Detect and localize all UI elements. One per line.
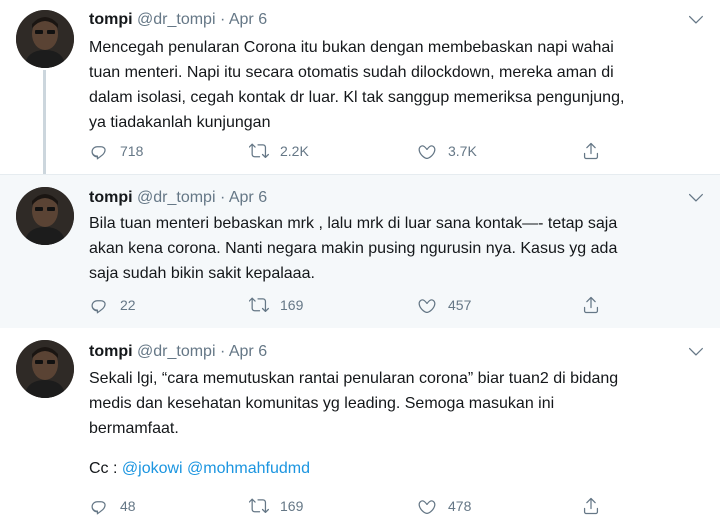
mention-link[interactable]: @jokowi <box>122 460 183 477</box>
thread-line <box>43 70 46 174</box>
timestamp[interactable]: Apr 6 <box>229 189 267 206</box>
reply-count: 48 <box>120 498 136 514</box>
tweet-actions: 48 169 478 <box>89 494 609 518</box>
separator: · <box>219 189 226 206</box>
avatar[interactable] <box>16 340 74 398</box>
retweet-button[interactable]: 169 <box>249 293 303 317</box>
tweet-line: Mencegah penularan Corona itu bukan deng… <box>89 39 614 56</box>
retweet-icon <box>249 295 269 315</box>
share-button[interactable] <box>581 293 612 317</box>
tweet-line: ya tiadakanlah kunjungan <box>89 114 271 131</box>
handle[interactable]: @dr_tompi <box>137 189 216 206</box>
heart-icon <box>417 496 437 516</box>
mention-link[interactable]: @mohmahfudmd <box>187 460 310 477</box>
heart-icon <box>417 141 437 161</box>
tweet-line: Sekali lgi, “cara memutuskan rantai penu… <box>89 370 619 387</box>
tweet-line: medis dan kesehatan komunitas yg leading… <box>89 395 555 412</box>
tweet-line: bermamfaat. <box>89 420 179 437</box>
avatar[interactable] <box>16 187 74 245</box>
reply-icon <box>89 295 109 315</box>
handle[interactable]: @dr_tompi <box>137 11 216 28</box>
reply-count: 22 <box>120 297 136 313</box>
display-name[interactable]: tompi <box>89 11 133 28</box>
share-icon <box>581 295 601 315</box>
like-count: 3.7K <box>448 143 477 159</box>
like-count: 457 <box>448 297 472 313</box>
reply-icon <box>89 141 109 161</box>
tweet-header: tompi @dr_tompi · Apr 6 <box>89 188 267 208</box>
reply-count: 718 <box>120 143 144 159</box>
like-button[interactable]: 457 <box>417 293 471 317</box>
reply-icon <box>89 496 109 516</box>
reply-button[interactable]: 22 <box>89 293 136 317</box>
tweet-header: tompi @dr_tompi · Apr 6 <box>89 10 267 30</box>
tweet-line: saja sudah bikin sakit kepalaaa. <box>89 265 315 282</box>
retweet-button[interactable]: 169 <box>249 494 303 518</box>
heart-icon <box>417 295 437 315</box>
separator: · <box>219 11 226 28</box>
like-count: 478 <box>448 498 472 514</box>
tweet-actions: 22 169 457 <box>89 293 609 317</box>
chevron-down-icon[interactable] <box>686 10 706 30</box>
share-icon <box>581 496 601 516</box>
tweet-1[interactable]: tompi @dr_tompi · Apr 6 Mencegah penular… <box>0 0 720 174</box>
cc-line: Cc : @jokowi @mohmahfudmd <box>89 456 699 481</box>
retweet-icon <box>249 496 269 516</box>
tweet-line: dalam isolasi, cegah kontak dr luar. Kl … <box>89 89 625 106</box>
retweet-count: 2.2K <box>280 143 309 159</box>
timestamp[interactable]: Apr 6 <box>229 343 267 360</box>
separator: · <box>219 343 226 360</box>
display-name[interactable]: tompi <box>89 189 133 206</box>
tweet-text: Sekali lgi, “cara memutuskan rantai penu… <box>89 366 699 481</box>
tweet-text: Bila tuan menteri bebaskan mrk , lalu mr… <box>89 211 699 286</box>
reply-button[interactable]: 48 <box>89 494 136 518</box>
tweet-header: tompi @dr_tompi · Apr 6 <box>89 342 267 362</box>
chevron-down-icon[interactable] <box>686 342 706 362</box>
retweet-button[interactable]: 2.2K <box>249 139 309 163</box>
avatar[interactable] <box>16 10 74 68</box>
timestamp[interactable]: Apr 6 <box>229 11 267 28</box>
display-name[interactable]: tompi <box>89 343 133 360</box>
chevron-down-icon[interactable] <box>686 188 706 208</box>
tweet-text: Mencegah penularan Corona itu bukan deng… <box>89 35 699 135</box>
share-button[interactable] <box>581 139 612 163</box>
share-icon <box>581 141 601 161</box>
handle[interactable]: @dr_tompi <box>137 343 216 360</box>
retweet-count: 169 <box>280 297 304 313</box>
like-button[interactable]: 3.7K <box>417 139 477 163</box>
share-button[interactable] <box>581 494 612 518</box>
retweet-icon <box>249 141 269 161</box>
tweet-line: akan kena corona. Nanti negara makin pus… <box>89 240 618 257</box>
retweet-count: 169 <box>280 498 304 514</box>
tweet-actions: 718 2.2K 3.7K <box>89 139 609 163</box>
tweet-line: tuan menteri. Napi itu secara otomatis s… <box>89 64 614 81</box>
cc-label: Cc : <box>89 460 122 477</box>
tweet-line: Bila tuan menteri bebaskan mrk , lalu mr… <box>89 215 618 232</box>
tweet-2[interactable]: tompi @dr_tompi · Apr 6 Bila tuan menter… <box>0 174 720 330</box>
reply-button[interactable]: 718 <box>89 139 143 163</box>
like-button[interactable]: 478 <box>417 494 471 518</box>
tweet-3[interactable]: tompi @dr_tompi · Apr 6 Sekali lgi, “car… <box>0 328 720 524</box>
